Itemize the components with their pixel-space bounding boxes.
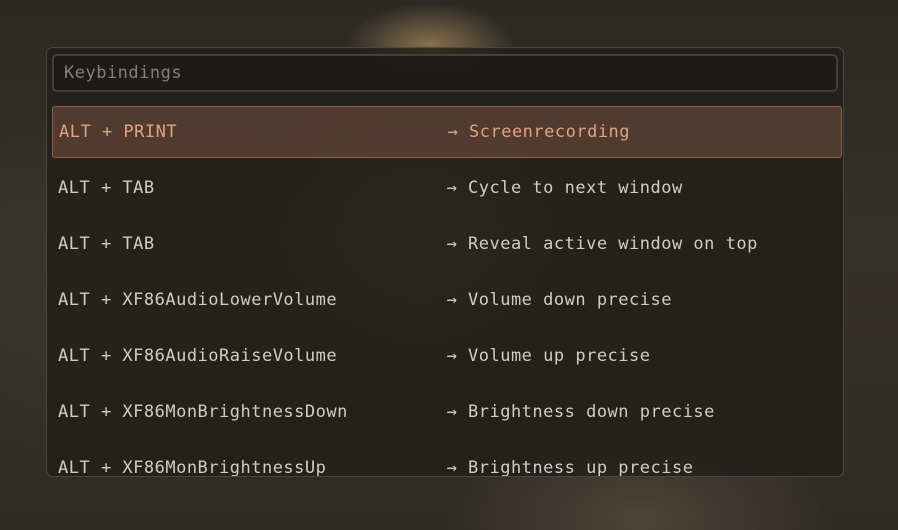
- keybinding-key: ALT + PRINT: [59, 122, 178, 142]
- keybinding-key: ALT + XF86MonBrightnessUp: [58, 458, 327, 477]
- keybinding-action: Volume down precise: [468, 290, 672, 310]
- arrow-right-icon: →: [446, 458, 458, 477]
- keybinding-action: Cycle to next window: [468, 178, 683, 198]
- keybindings-launcher: Keybindings ALT + PRINT → Screenrecordin…: [46, 47, 844, 477]
- arrow-right-icon: →: [447, 122, 459, 142]
- arrow-right-icon: →: [446, 178, 458, 198]
- keybinding-row[interactable]: ALT + XF86MonBrightnessDown → Brightness…: [52, 386, 842, 438]
- arrow-right-icon: →: [446, 234, 458, 254]
- keybinding-row[interactable]: ALT + XF86AudioRaiseVolume → Volume up p…: [52, 330, 842, 382]
- arrow-right-icon: →: [446, 346, 458, 366]
- keybinding-key: ALT + TAB: [58, 178, 155, 198]
- arrow-right-icon: →: [446, 402, 458, 422]
- keybinding-row[interactable]: ALT + XF86MonBrightnessUp → Brightness u…: [52, 442, 842, 477]
- keybinding-action: Volume up precise: [468, 346, 651, 366]
- keybinding-row[interactable]: ALT + TAB → Reveal active window on top: [52, 218, 842, 270]
- arrow-right-icon: →: [446, 290, 458, 310]
- keybinding-row[interactable]: ALT + PRINT → Screenrecording: [52, 106, 842, 158]
- search-placeholder: Keybindings: [64, 63, 183, 83]
- keybinding-action: Brightness down precise: [468, 402, 715, 422]
- keybinding-row[interactable]: ALT + TAB → Cycle to next window: [52, 162, 842, 214]
- keybinding-action: Reveal active window on top: [468, 234, 758, 254]
- keybinding-list: ALT + PRINT → Screenrecording ALT + TAB …: [52, 106, 842, 477]
- keybinding-row[interactable]: ALT + XF86AudioLowerVolume → Volume down…: [52, 274, 842, 326]
- keybinding-action: Screenrecording: [469, 122, 631, 142]
- keybinding-key: ALT + TAB: [58, 234, 155, 254]
- keybinding-action: Brightness up precise: [468, 458, 694, 477]
- keybinding-key: ALT + XF86AudioLowerVolume: [58, 290, 338, 310]
- search-input[interactable]: Keybindings: [52, 54, 838, 92]
- keybinding-key: ALT + XF86AudioRaiseVolume: [58, 346, 338, 366]
- keybinding-key: ALT + XF86MonBrightnessDown: [58, 402, 348, 422]
